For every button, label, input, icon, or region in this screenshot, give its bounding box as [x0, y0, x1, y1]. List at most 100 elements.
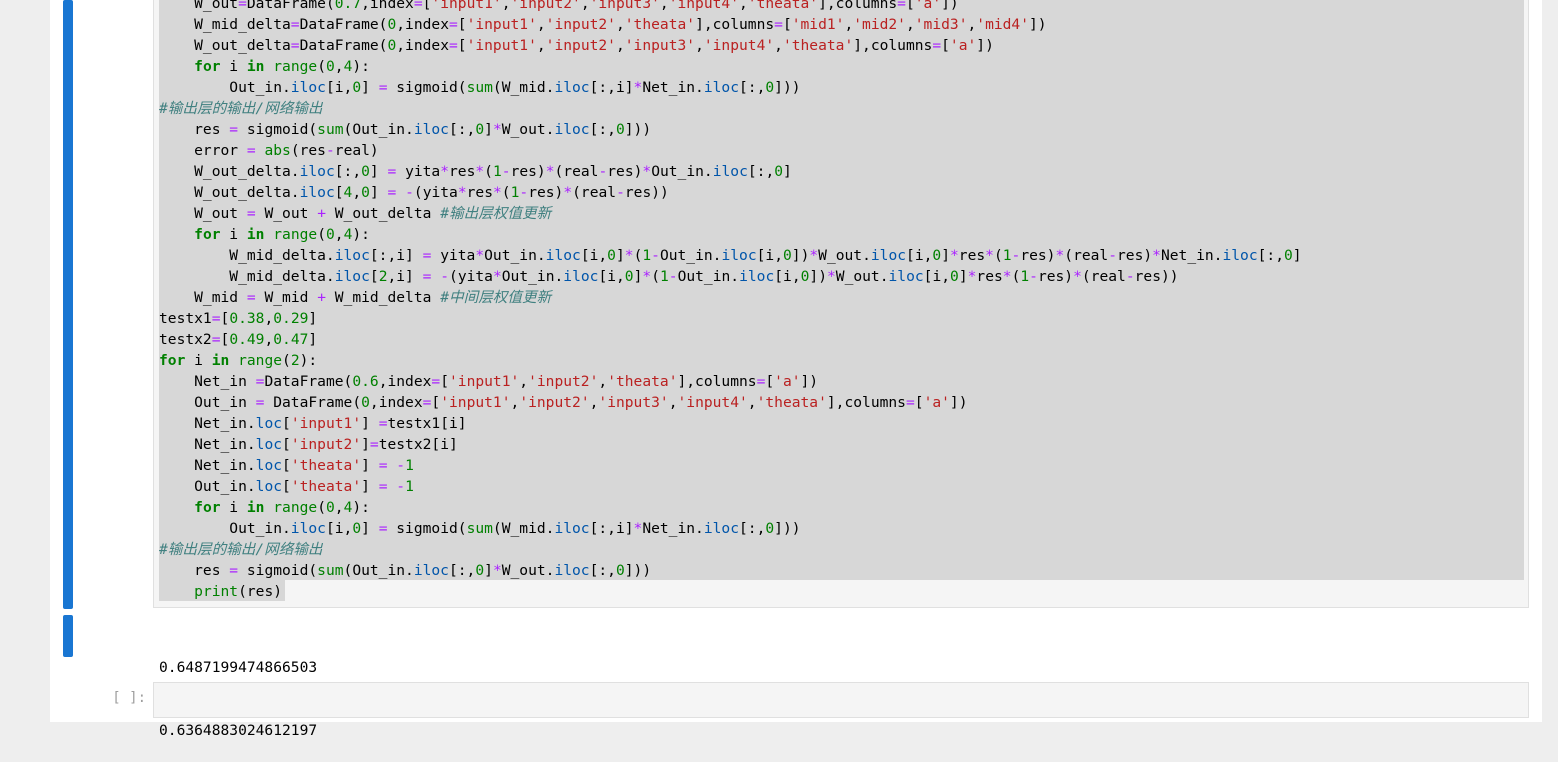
code-token: res — [159, 562, 230, 579]
code-line: Out_in.loc['theata'] = -1 — [159, 476, 1302, 497]
code-token: ( — [651, 268, 660, 285]
code-token: 0 — [765, 520, 775, 537]
code-token: ,index — [378, 373, 432, 390]
code-token: (W_mid. — [492, 79, 555, 96]
code-token: [ — [282, 415, 291, 432]
code-token: - — [1011, 247, 1021, 264]
input-prompt: [ ]: — [112, 690, 146, 706]
code-token: W_mid_delta — [325, 289, 441, 306]
code-token: 0 — [361, 163, 370, 180]
code-token: - — [501, 163, 511, 180]
code-token: ] — [361, 79, 379, 96]
code-token: = — [369, 436, 379, 453]
code-token: = — [290, 37, 300, 54]
code-token: 0 — [607, 247, 616, 264]
code-token: - — [598, 163, 608, 180]
code-token: 'input4' — [677, 394, 748, 411]
code-token: * — [457, 184, 467, 201]
code-line: for i in range(2): — [159, 350, 1302, 371]
code-token: iloc — [413, 562, 449, 579]
code-token: * — [545, 163, 555, 180]
output-cell-indicator[interactable] — [63, 615, 73, 657]
code-token: * — [826, 268, 836, 285]
code-token: 0 — [1284, 247, 1293, 264]
code-token: , — [519, 373, 529, 390]
code-token: DataFrame( — [264, 394, 362, 411]
code-token: 1 — [659, 268, 669, 285]
code-cell-source[interactable]: W_out=DataFrame(0.7,index=['input1','inp… — [159, 0, 1302, 602]
code-token: (real — [554, 163, 599, 180]
code-token: ( — [501, 184, 511, 201]
code-token: - — [616, 184, 625, 201]
code-token: = — [211, 331, 221, 348]
code-token: sum — [466, 520, 493, 537]
code-token: 'theata' — [747, 0, 819, 12]
code-token: (W_mid. — [492, 520, 555, 537]
code-token: ,index — [396, 16, 449, 33]
code-token: = — [229, 121, 239, 138]
code-token: 'a' — [914, 0, 942, 12]
code-token: print — [194, 583, 239, 600]
code-token: [ — [765, 373, 775, 390]
code-token: = — [246, 142, 256, 159]
code-token: #输出层的输出/网络输出 — [159, 541, 323, 558]
code-token: 1 — [405, 478, 414, 495]
active-cell-indicator[interactable] — [63, 0, 73, 609]
code-token: , — [844, 16, 854, 33]
code-token: , — [352, 184, 362, 201]
code-token: 'input4' — [668, 0, 739, 12]
code-token: sigmoid( — [387, 520, 467, 537]
code-token: ] — [361, 415, 379, 432]
code-token: iloc — [334, 268, 370, 285]
code-token: ]) — [949, 394, 968, 411]
empty-code-cell[interactable] — [153, 682, 1529, 718]
code-line: W_out = W_out + W_out_delta #输出层权值更新 — [159, 203, 1302, 224]
code-token: 0.7 — [334, 0, 362, 12]
code-token: * — [563, 184, 573, 201]
code-token: * — [492, 121, 502, 138]
code-token: = — [431, 373, 441, 390]
code-token: - — [440, 268, 450, 285]
code-token: [:,i] — [589, 520, 634, 537]
code-token: [ — [220, 331, 230, 348]
code-token: i — [220, 58, 247, 75]
code-token: - — [1125, 268, 1135, 285]
code-token: iloc — [554, 520, 590, 537]
code-token: [:,i] — [369, 247, 423, 264]
code-token: [i, — [325, 79, 353, 96]
code-token: [i, — [906, 247, 933, 264]
code-token: Net_in. — [642, 520, 704, 537]
code-token: 'theata' — [756, 394, 827, 411]
code-token: [:, — [739, 520, 766, 537]
code-token: (res) — [238, 583, 283, 600]
code-token: [ — [457, 37, 467, 54]
code-line: testx1=[0.38,0.29] — [159, 308, 1302, 329]
code-token: loc — [255, 478, 283, 495]
code-line: W_mid = W_mid + W_mid_delta #中间层权值更新 — [159, 287, 1302, 308]
code-token: ]) — [941, 0, 959, 12]
code-token: ( — [282, 352, 291, 369]
code-token: [:, — [1257, 247, 1284, 264]
code-token: W_out_delta — [159, 37, 291, 54]
code-token: res) — [510, 163, 546, 180]
code-token: iloc — [290, 520, 326, 537]
code-token: + — [317, 205, 326, 222]
code-token: ]) — [1029, 16, 1047, 33]
code-token: [i, — [325, 520, 353, 537]
code-token: 'input3' — [624, 37, 696, 54]
code-token: W_out — [159, 205, 247, 222]
code-token: ( — [484, 163, 493, 180]
code-token: ,index — [396, 37, 449, 54]
code-token: for — [159, 352, 186, 369]
code-token: ],columns — [853, 37, 933, 54]
code-token: , — [967, 16, 977, 33]
code-token: 'mid3' — [914, 16, 968, 33]
code-token: - — [668, 268, 678, 285]
code-token: = — [290, 16, 300, 33]
code-token: , — [615, 16, 625, 33]
code-token: 0 — [615, 121, 625, 138]
code-line: W_mid_delta.iloc[2,i] = -(yita*Out_in.il… — [159, 266, 1302, 287]
code-token: ] — [308, 331, 318, 348]
code-token: Net_in. — [1160, 247, 1223, 264]
